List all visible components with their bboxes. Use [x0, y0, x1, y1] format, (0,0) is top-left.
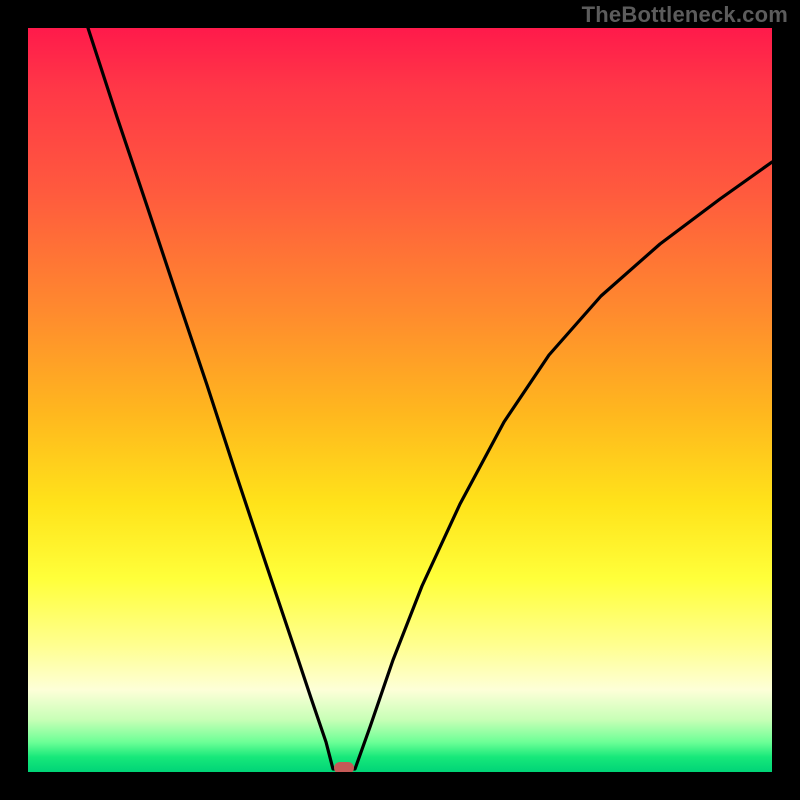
watermark-text: TheBottleneck.com: [582, 2, 788, 28]
chart-frame: TheBottleneck.com: [0, 0, 800, 800]
plot-area: [28, 28, 772, 772]
bottleneck-curve: [28, 28, 772, 772]
curve-path: [88, 28, 772, 769]
optimal-marker: [334, 762, 354, 772]
